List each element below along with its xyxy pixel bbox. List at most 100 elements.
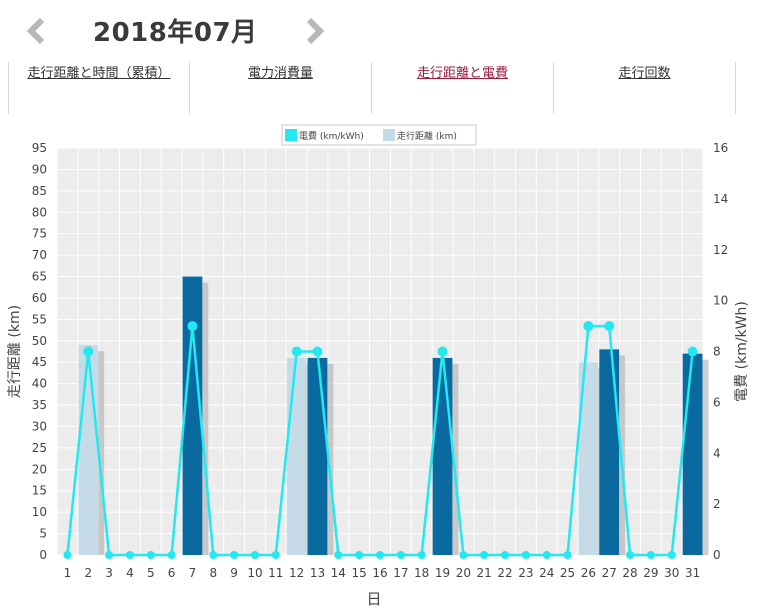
x-tick-label: 27 xyxy=(602,566,617,580)
x-tick-label: 21 xyxy=(477,566,492,580)
x-tick-label: 5 xyxy=(147,566,155,580)
x-tick-label: 15 xyxy=(352,566,367,580)
x-tick-label: 12 xyxy=(289,566,304,580)
bar-shadow xyxy=(702,359,709,555)
distance-bar xyxy=(432,357,453,555)
efficiency-point xyxy=(63,551,72,559)
x-tick-label: 30 xyxy=(664,566,679,580)
right-tick-label: 6 xyxy=(713,395,721,409)
x-axis-title: 日 xyxy=(366,590,381,608)
x-tick-label: 10 xyxy=(247,566,262,580)
x-tick-label: 3 xyxy=(105,566,113,580)
left-tick-label: 25 xyxy=(32,441,47,455)
efficiency-point xyxy=(250,551,259,559)
month-title: 2018年07月 xyxy=(93,18,258,48)
next-month-button[interactable] xyxy=(299,14,329,48)
x-tick-label: 8 xyxy=(209,566,217,580)
x-tick-label: 31 xyxy=(685,566,700,580)
prev-month-button[interactable] xyxy=(22,14,52,48)
x-tick-label: 20 xyxy=(456,566,471,580)
left-tick-label: 45 xyxy=(32,355,47,369)
left-tick-label: 75 xyxy=(32,227,47,241)
efficiency-point xyxy=(417,551,426,559)
right-tick-label: 10 xyxy=(713,294,728,308)
right-axis-title: 電費 (km/kWh) xyxy=(734,301,750,402)
chart-tabs: 走行距離と時間（累積） 電力消費量 走行距離と電費 走行回数 xyxy=(0,62,774,114)
left-tick-label: 60 xyxy=(32,291,47,305)
right-tick-label: 12 xyxy=(713,243,728,257)
legend-swatch-efficiency xyxy=(285,129,297,141)
chevron-left-icon xyxy=(26,17,45,45)
right-tick-label: 4 xyxy=(713,446,721,460)
efficiency-point xyxy=(271,551,280,559)
left-axis-title: 走行距離 (km) xyxy=(6,305,23,398)
right-tick-label: 14 xyxy=(713,192,728,206)
distance-bar xyxy=(307,357,328,555)
x-tick-label: 25 xyxy=(560,566,575,580)
tab-drive-count[interactable]: 走行回数 xyxy=(554,62,735,114)
x-tick-label: 19 xyxy=(435,566,450,580)
efficiency-point xyxy=(687,346,698,357)
efficiency-point xyxy=(83,346,94,357)
efficiency-point xyxy=(646,551,655,559)
efficiency-point xyxy=(167,551,176,559)
left-tick-label: 0 xyxy=(39,548,47,562)
x-tick-label: 4 xyxy=(126,566,134,580)
efficiency-point xyxy=(583,321,594,332)
right-tick-label: 0 xyxy=(713,548,721,562)
x-tick-label: 6 xyxy=(168,566,176,580)
x-tick-label: 13 xyxy=(310,566,325,580)
x-tick-label: 22 xyxy=(497,566,512,580)
left-tick-label: 30 xyxy=(32,419,47,433)
right-tick-label: 2 xyxy=(713,497,721,511)
left-tick-label: 35 xyxy=(32,398,47,412)
left-tick-label: 70 xyxy=(32,248,47,262)
chevron-right-icon xyxy=(306,17,325,45)
efficiency-point xyxy=(459,551,468,559)
left-tick-label: 55 xyxy=(32,312,47,326)
efficiency-point xyxy=(230,551,239,559)
left-tick-label: 10 xyxy=(32,505,47,519)
tab-divider xyxy=(735,62,736,114)
tab-label: 走行距離と電費 xyxy=(416,66,508,81)
left-tick-label: 20 xyxy=(32,462,47,476)
x-tick-label: 18 xyxy=(414,566,429,580)
x-tick-label: 2 xyxy=(84,566,92,580)
efficiency-point xyxy=(376,551,384,559)
efficiency-point xyxy=(501,551,510,559)
x-tick-label: 16 xyxy=(372,566,387,580)
distance-bar xyxy=(599,349,620,555)
efficiency-point xyxy=(396,551,405,559)
left-tick-label: 85 xyxy=(32,184,47,198)
x-tick-label: 24 xyxy=(539,566,554,580)
efficiency-point xyxy=(521,551,530,559)
left-tick-label: 90 xyxy=(32,162,47,176)
efficiency-point xyxy=(542,551,551,559)
x-tick-label: 17 xyxy=(393,566,408,580)
x-tick-label: 29 xyxy=(643,566,658,580)
x-tick-label: 26 xyxy=(581,566,596,580)
efficiency-point xyxy=(105,551,114,559)
efficiency-point xyxy=(125,551,134,559)
tab-distance-efficiency[interactable]: 走行距離と電費 xyxy=(372,62,553,114)
efficiency-point xyxy=(437,346,448,357)
x-tick-label: 1 xyxy=(64,566,72,580)
distance-bar xyxy=(286,357,307,555)
efficiency-point xyxy=(291,346,302,357)
x-tick-label: 28 xyxy=(622,566,637,580)
left-tick-label: 15 xyxy=(32,484,47,498)
x-tick-label: 23 xyxy=(518,566,533,580)
left-tick-label: 50 xyxy=(32,334,47,348)
tab-power-consumption[interactable]: 電力消費量 xyxy=(190,62,371,114)
bar-shadow xyxy=(202,282,209,555)
efficiency-point xyxy=(563,551,572,559)
efficiency-point xyxy=(209,551,218,559)
tab-distance-time[interactable]: 走行距離と時間（累積） xyxy=(8,62,190,114)
legend-label: 電費 (km/kWh) xyxy=(299,130,364,142)
legend-label: 走行距離 (km) xyxy=(397,130,457,142)
legend-swatch-distance xyxy=(383,129,395,141)
left-tick-label: 95 xyxy=(32,141,47,155)
left-tick-label: 80 xyxy=(32,205,47,219)
right-tick-label: 8 xyxy=(713,345,721,359)
tab-label: 走行距離と時間（累積） xyxy=(27,66,171,81)
